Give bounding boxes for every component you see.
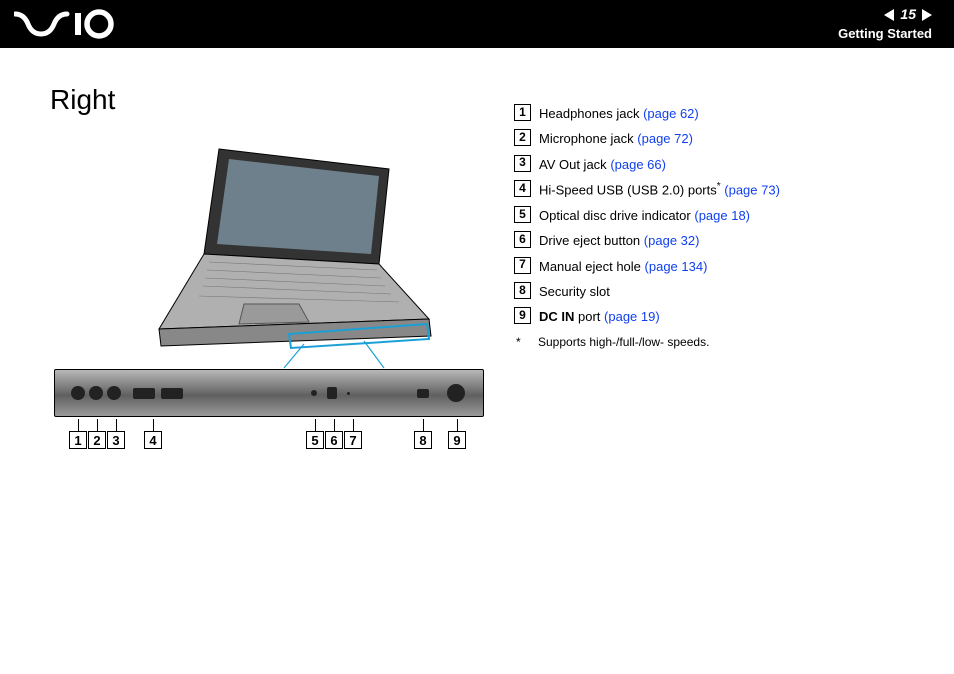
port-indicator: [311, 390, 317, 396]
port-dcin: [447, 384, 465, 402]
legend-num-5: 5: [514, 206, 531, 223]
legend-label-6: Drive eject button: [539, 233, 640, 248]
vaio-logo: [14, 9, 129, 39]
legend-num-6: 6: [514, 231, 531, 248]
legend-item-4: 4 Hi-Speed USB (USB 2.0) ports* (page 73…: [514, 178, 924, 202]
legend-item-3: 3 AV Out jack (page 66): [514, 153, 924, 176]
vaio-logo-svg: [14, 9, 129, 39]
legend-item-9: 9 DC IN port (page 19): [514, 305, 924, 328]
legend-link-4[interactable]: (page 73): [724, 183, 780, 198]
legend-num-4: 4: [514, 180, 531, 197]
legend-asterisk-4: *: [717, 181, 721, 192]
legend-item-5: 5 Optical disc drive indicator (page 18): [514, 204, 924, 227]
legend-link-2[interactable]: (page 72): [637, 131, 693, 146]
side-view-panel: [54, 369, 484, 417]
page-title: Right: [50, 84, 484, 116]
legend-link-6[interactable]: (page 32): [644, 233, 700, 248]
footnote: *Supports high-/full-/low- speeds.: [516, 335, 924, 349]
legend-num-8: 8: [514, 282, 531, 299]
legend-link-9[interactable]: (page 19): [604, 309, 660, 324]
prev-page-icon[interactable]: [884, 9, 894, 21]
port-eject: [327, 387, 337, 399]
legend-link-1[interactable]: (page 62): [643, 106, 699, 121]
legend-num-1: 1: [514, 104, 531, 121]
callout-1: 1: [69, 431, 87, 449]
callout-5: 5: [306, 431, 324, 449]
footnote-mark: *: [516, 335, 538, 349]
port-microphone: [89, 386, 103, 400]
header-bar: 15 Getting Started: [0, 0, 954, 48]
callout-row: 1 2 3 4 5 6 7 8 9: [54, 419, 484, 459]
legend-label-2: Microphone jack: [539, 131, 634, 146]
page-number: 15: [900, 5, 916, 23]
legend-num-2: 2: [514, 129, 531, 146]
header-right: 15 Getting Started: [838, 5, 932, 42]
legend-label-9-bold: DC IN: [539, 309, 574, 324]
footnote-text: Supports high-/full-/low- speeds.: [538, 335, 709, 349]
legend-label-9-rest: port: [574, 309, 600, 324]
callout-2: 2: [88, 431, 106, 449]
port-headphones: [71, 386, 85, 400]
legend-label-8: Security slot: [539, 284, 610, 299]
legend-item-2: 2 Microphone jack (page 72): [514, 127, 924, 150]
legend-item-1: 1 Headphones jack (page 62): [514, 102, 924, 125]
legend-num-3: 3: [514, 155, 531, 172]
legend-label-4: Hi-Speed USB (USB 2.0) ports: [539, 183, 717, 198]
callout-7: 7: [344, 431, 362, 449]
legend-item-7: 7 Manual eject hole (page 134): [514, 255, 924, 278]
callout-8: 8: [414, 431, 432, 449]
illustration-area: 1 2 3 4 5 6 7 8 9: [54, 144, 484, 464]
port-usb-2: [161, 388, 183, 399]
legend-label-3: AV Out jack: [539, 157, 607, 172]
callout-6: 6: [325, 431, 343, 449]
legend-item-6: 6 Drive eject button (page 32): [514, 229, 924, 252]
page-nav: 15: [838, 5, 932, 23]
legend-link-7[interactable]: (page 134): [645, 259, 708, 274]
legend-num-9: 9: [514, 307, 531, 324]
next-page-icon[interactable]: [922, 9, 932, 21]
callout-4: 4: [144, 431, 162, 449]
legend-link-5[interactable]: (page 18): [694, 208, 750, 223]
port-manual-eject: [347, 392, 350, 395]
callout-3: 3: [107, 431, 125, 449]
legend-item-8: 8 Security slot: [514, 280, 924, 303]
legend-label-1: Headphones jack: [539, 106, 639, 121]
callout-9: 9: [448, 431, 466, 449]
legend-label-7: Manual eject hole: [539, 259, 641, 274]
legend-link-3[interactable]: (page 66): [610, 157, 666, 172]
port-security: [417, 389, 429, 398]
legend-num-7: 7: [514, 257, 531, 274]
port-avout: [107, 386, 121, 400]
laptop-illustration: [109, 144, 439, 364]
legend-label-5: Optical disc drive indicator: [539, 208, 691, 223]
legend-list: 1 Headphones jack (page 62) 2 Microphone…: [514, 102, 924, 329]
port-usb-1: [133, 388, 155, 399]
section-name: Getting Started: [838, 26, 932, 43]
